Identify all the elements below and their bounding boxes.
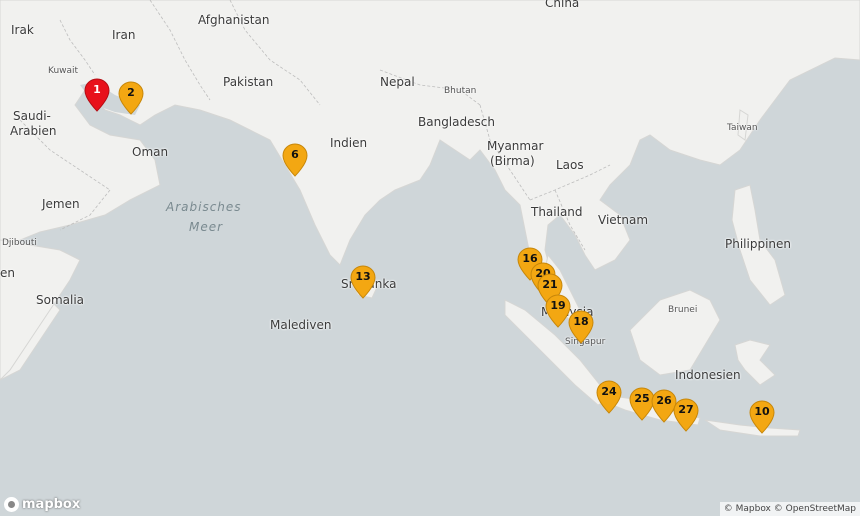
- label-saudi-2: Arabien: [10, 124, 57, 138]
- label-nepal: Nepal: [380, 75, 415, 89]
- label-vietnam: Vietnam: [598, 213, 649, 227]
- label-brunei: Brunei: [668, 305, 698, 315]
- map-marker-label: 13: [355, 270, 371, 283]
- label-malediven: Malediven: [270, 318, 332, 332]
- map-marker-13[interactable]: 13: [350, 265, 376, 299]
- label-laos: Laos: [556, 158, 584, 172]
- map-marker-label: 27: [678, 403, 694, 416]
- map-marker-label: 6: [291, 148, 299, 161]
- label-somalia: Somalia: [36, 293, 85, 307]
- label-myanmar-1: Myanmar: [487, 139, 544, 153]
- label-afghanistan: Afghanistan: [198, 13, 270, 27]
- map-marker-label: 21: [542, 278, 558, 291]
- map-attribution[interactable]: © Mapbox © OpenStreetMap: [719, 502, 860, 516]
- basemap: [0, 0, 860, 516]
- map-marker-6[interactable]: 6: [282, 143, 308, 177]
- label-bhutan: Bhutan: [444, 86, 477, 96]
- label-oman: Oman: [132, 145, 169, 159]
- label-china: China: [545, 0, 580, 10]
- label-pakistan: Pakistan: [223, 75, 274, 89]
- label-jemen: Jemen: [42, 197, 80, 211]
- label-irak: Irak: [11, 23, 34, 37]
- mapbox-logo[interactable]: mapbox: [4, 497, 80, 512]
- label-meer: Meer: [189, 220, 224, 234]
- label-saudi-1: Saudi-: [13, 109, 51, 123]
- map-marker-10[interactable]: 10: [749, 400, 775, 434]
- map-marker-label: 18: [573, 315, 589, 328]
- label-taiwan: Taiwan: [727, 123, 758, 133]
- map-marker-label: 24: [601, 385, 617, 398]
- map-marker-18[interactable]: 18: [568, 310, 594, 344]
- map-marker-label: 2: [127, 86, 135, 99]
- label-bangladesch: Bangladesch: [418, 115, 495, 129]
- map-marker-label: 10: [754, 405, 770, 418]
- map-marker-24[interactable]: 24: [596, 380, 622, 414]
- label-kuwait: Kuwait: [48, 66, 79, 76]
- label-en: en: [0, 266, 15, 280]
- map-marker-27[interactable]: 27: [673, 398, 699, 432]
- label-myanmar-2: (Birma): [490, 154, 535, 168]
- map-marker-2[interactable]: 2: [118, 81, 144, 115]
- label-indien: Indien: [330, 136, 368, 150]
- label-iran: Iran: [112, 28, 136, 42]
- map-marker-label: 1: [93, 83, 101, 96]
- label-thailand: Thailand: [531, 205, 583, 219]
- label-djibouti: Djibouti: [2, 238, 37, 248]
- label-indonesien: Indonesien: [675, 368, 741, 382]
- map-view[interactable]: China Afghanistan Irak Iran Kuwait Pakis…: [0, 0, 860, 516]
- label-arabisches: Arabisches: [166, 200, 242, 214]
- mapbox-logo-icon: [4, 497, 19, 512]
- mapbox-logo-text: mapbox: [22, 497, 81, 512]
- map-marker-1[interactable]: 1: [84, 78, 110, 112]
- label-philippinen: Philippinen: [725, 237, 792, 251]
